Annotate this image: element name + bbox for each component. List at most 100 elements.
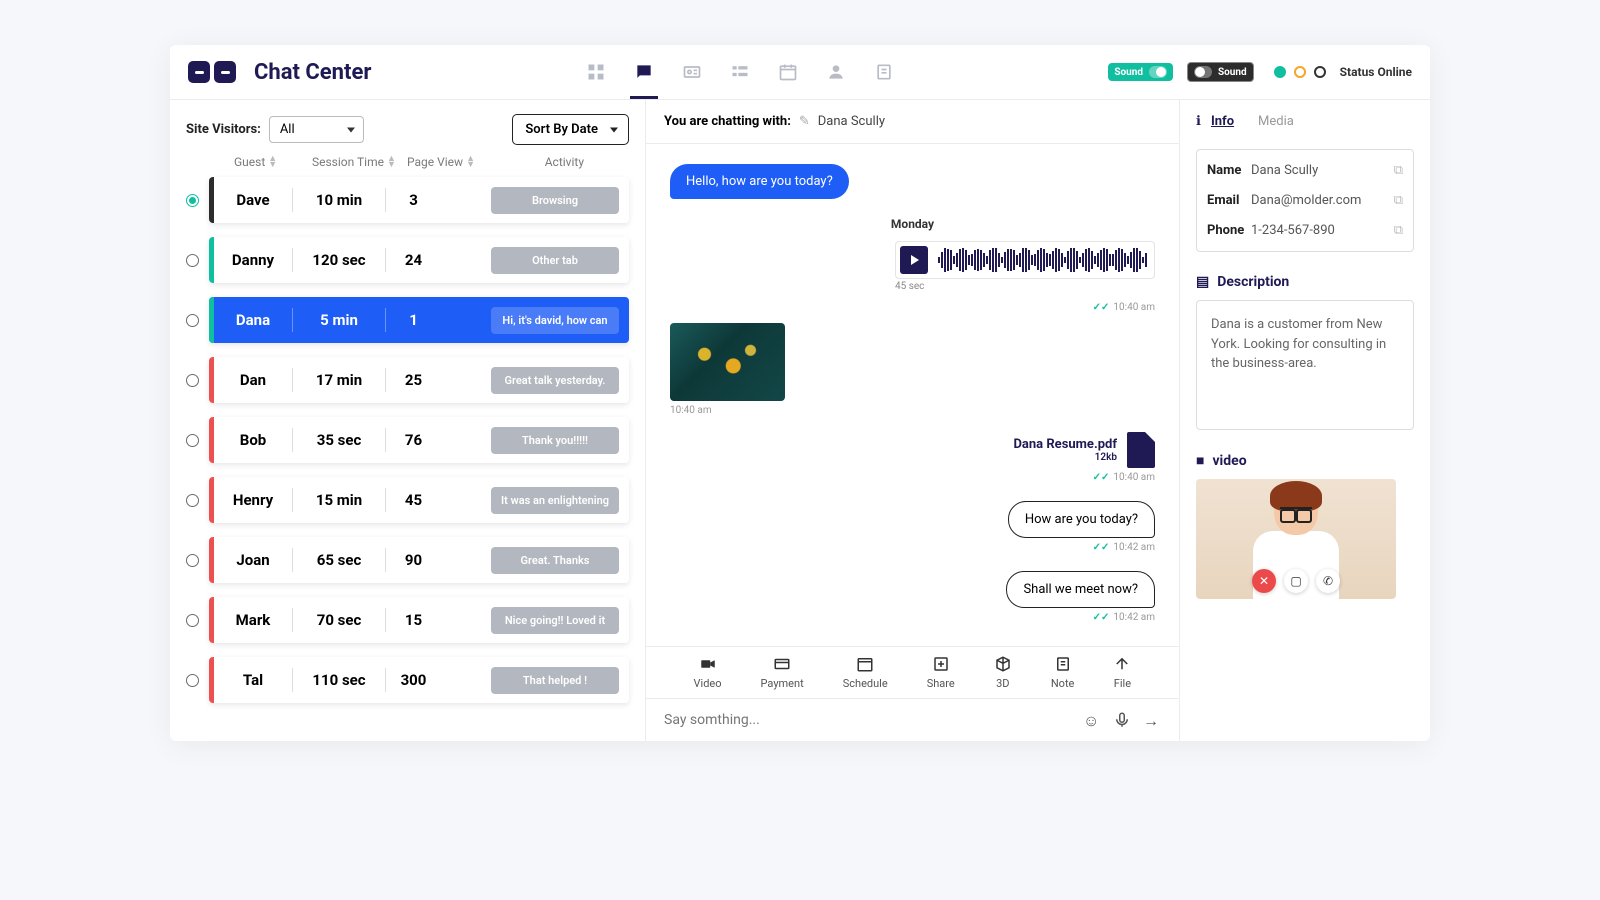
visitor-radio[interactable]	[186, 554, 199, 567]
msg-timestamp: ✓✓10:40 am	[670, 302, 1155, 313]
visitor-radio[interactable]	[186, 254, 199, 267]
copy-icon[interactable]: ⧉	[1394, 193, 1403, 208]
nav-idcard-icon[interactable]	[682, 62, 702, 82]
visitor-radio[interactable]	[186, 374, 199, 387]
tab-info[interactable]: Info	[1211, 114, 1234, 129]
action-file[interactable]: File	[1113, 655, 1131, 690]
visitor-row: Dave 10 min 3 Browsing	[186, 177, 629, 223]
visitor-pages: 3	[386, 191, 441, 209]
video-call-icon[interactable]: ✆	[1316, 569, 1340, 593]
action-note[interactable]: Note	[1051, 655, 1075, 690]
visitor-radio[interactable]	[186, 434, 199, 447]
msg-incoming: How are you today?	[1008, 501, 1155, 538]
mic-icon[interactable]	[1113, 711, 1131, 729]
sound-toggle-on[interactable]: Sound	[1108, 63, 1173, 81]
visitor-pages: 300	[386, 671, 441, 689]
visitor-columns-header: Guest▲▼ Session Time▲▼ Page View▲▼ Activ…	[186, 155, 629, 177]
visitor-pages: 15	[386, 611, 441, 629]
voice-message	[895, 241, 1155, 279]
topbar: Chat Center Sound Sound Status Online	[170, 45, 1430, 100]
tab-media[interactable]: Media	[1258, 114, 1294, 129]
video-close-icon[interactable]: ✕	[1252, 569, 1276, 593]
visitor-activity: Other tab	[491, 247, 619, 274]
emoji-icon[interactable]: ☺	[1083, 711, 1101, 729]
phone-value: 1-234-567-890	[1251, 223, 1394, 238]
visitor-card[interactable]: Dan 17 min 25 Great talk yesterday.	[209, 357, 629, 403]
visitor-pages: 45	[386, 491, 441, 509]
message-input[interactable]	[664, 712, 1071, 728]
visitor-card[interactable]: Joan 65 sec 90 Great. Thanks	[209, 537, 629, 583]
col-session[interactable]: Session Time	[312, 155, 384, 169]
email-label: Email	[1207, 193, 1251, 208]
visitor-card[interactable]: Henry 15 min 45 It was an enlightening	[209, 477, 629, 523]
visitor-session: 70 sec	[293, 611, 385, 629]
col-pageview[interactable]: Page View	[407, 155, 463, 169]
chat-header: You are chatting with: ✎ Dana Scully	[646, 100, 1179, 144]
visitor-row: Mark 70 sec 15 Nice going!! Loved it	[186, 597, 629, 643]
visitor-card[interactable]: Dave 10 min 3 Browsing	[209, 177, 629, 223]
visitors-filter-select[interactable]: All	[269, 116, 364, 143]
visitor-session: 120 sec	[293, 251, 385, 269]
file-name: Dana Resume.pdf	[1013, 437, 1117, 452]
visitor-session: 110 sec	[293, 671, 385, 689]
status-dot-away[interactable]	[1294, 66, 1306, 78]
status-dots	[1274, 66, 1326, 78]
waveform[interactable]	[938, 248, 1150, 272]
visitor-radio[interactable]	[186, 494, 199, 507]
edit-icon[interactable]: ✎	[799, 114, 810, 129]
visitor-card[interactable]: Danny 120 sec 24 Other tab	[209, 237, 629, 283]
video-camera-icon[interactable]: ▢	[1284, 569, 1308, 593]
visitors-panel: Site Visitors: All Sort By Date Guest▲▼ …	[170, 100, 645, 741]
visitor-radio[interactable]	[186, 614, 199, 627]
nav-icons	[586, 62, 894, 82]
visitor-session: 10 min	[293, 191, 385, 209]
visitor-row: Dana 5 min 1 Hi, it's david, how can	[186, 297, 629, 343]
col-guest[interactable]: Guest	[234, 155, 265, 169]
visitor-activity: Hi, it's david, how can	[491, 307, 619, 334]
chat-actions: Video Payment Schedule Share 3D Note File	[646, 646, 1179, 698]
visitor-card[interactable]: Bob 35 sec 76 Thank you!!!!!	[209, 417, 629, 463]
nav-note-icon[interactable]	[874, 62, 894, 82]
visitor-radio[interactable]	[186, 194, 199, 207]
sort-button[interactable]: Sort By Date	[512, 114, 629, 145]
visitor-session: 5 min	[293, 311, 385, 329]
visitor-session: 65 sec	[293, 551, 385, 569]
status-dot-online[interactable]	[1274, 66, 1286, 78]
visitor-activity: Great. Thanks	[491, 547, 619, 574]
action-3d[interactable]: 3D	[994, 655, 1012, 690]
video-preview: ✕ ▢ ✆	[1196, 479, 1396, 599]
msg-timestamp: ✓✓10:42 am	[670, 542, 1155, 553]
nav-list-icon[interactable]	[730, 62, 750, 82]
visitor-row: Danny 120 sec 24 Other tab	[186, 237, 629, 283]
visitor-activity: Great talk yesterday.	[491, 367, 619, 394]
nav-chat-icon[interactable]	[634, 62, 654, 82]
nav-user-icon[interactable]	[826, 62, 846, 82]
send-icon[interactable]: →	[1143, 711, 1161, 729]
visitor-activity: That helped !	[491, 667, 619, 694]
msg-timestamp: ✓✓10:42 am	[670, 612, 1155, 623]
email-value: Dana@molder.com	[1251, 193, 1394, 208]
visitor-radio[interactable]	[186, 674, 199, 687]
copy-icon[interactable]: ⧉	[1394, 223, 1403, 238]
name-label: Name	[1207, 163, 1251, 178]
image-message[interactable]	[670, 323, 785, 401]
copy-icon[interactable]: ⧉	[1394, 163, 1403, 178]
contact-info: NameDana Scully⧉ EmailDana@molder.com⧉ P…	[1196, 149, 1414, 252]
visitor-card[interactable]: Tal 110 sec 300 That helped !	[209, 657, 629, 703]
action-share[interactable]: Share	[927, 655, 955, 690]
action-schedule[interactable]: Schedule	[843, 655, 888, 690]
visitor-card[interactable]: Mark 70 sec 15 Nice going!! Loved it	[209, 597, 629, 643]
nav-grid-icon[interactable]	[586, 62, 606, 82]
play-icon[interactable]	[900, 246, 928, 274]
visitor-radio[interactable]	[186, 314, 199, 327]
chat-messages[interactable]: Hello, how are you today? Monday 45 sec …	[646, 144, 1179, 646]
visitor-card[interactable]: Dana 5 min 1 Hi, it's david, how can	[209, 297, 629, 343]
nav-calendar-icon[interactable]	[778, 62, 798, 82]
action-payment[interactable]: Payment	[761, 655, 804, 690]
col-activity: Activity	[545, 155, 584, 169]
status-dot-offline[interactable]	[1314, 66, 1326, 78]
sound-toggle-off[interactable]: Sound	[1187, 62, 1254, 82]
file-message[interactable]: Dana Resume.pdf12kb	[670, 432, 1155, 468]
visitor-row: Tal 110 sec 300 That helped !	[186, 657, 629, 703]
action-video[interactable]: Video	[694, 655, 722, 690]
